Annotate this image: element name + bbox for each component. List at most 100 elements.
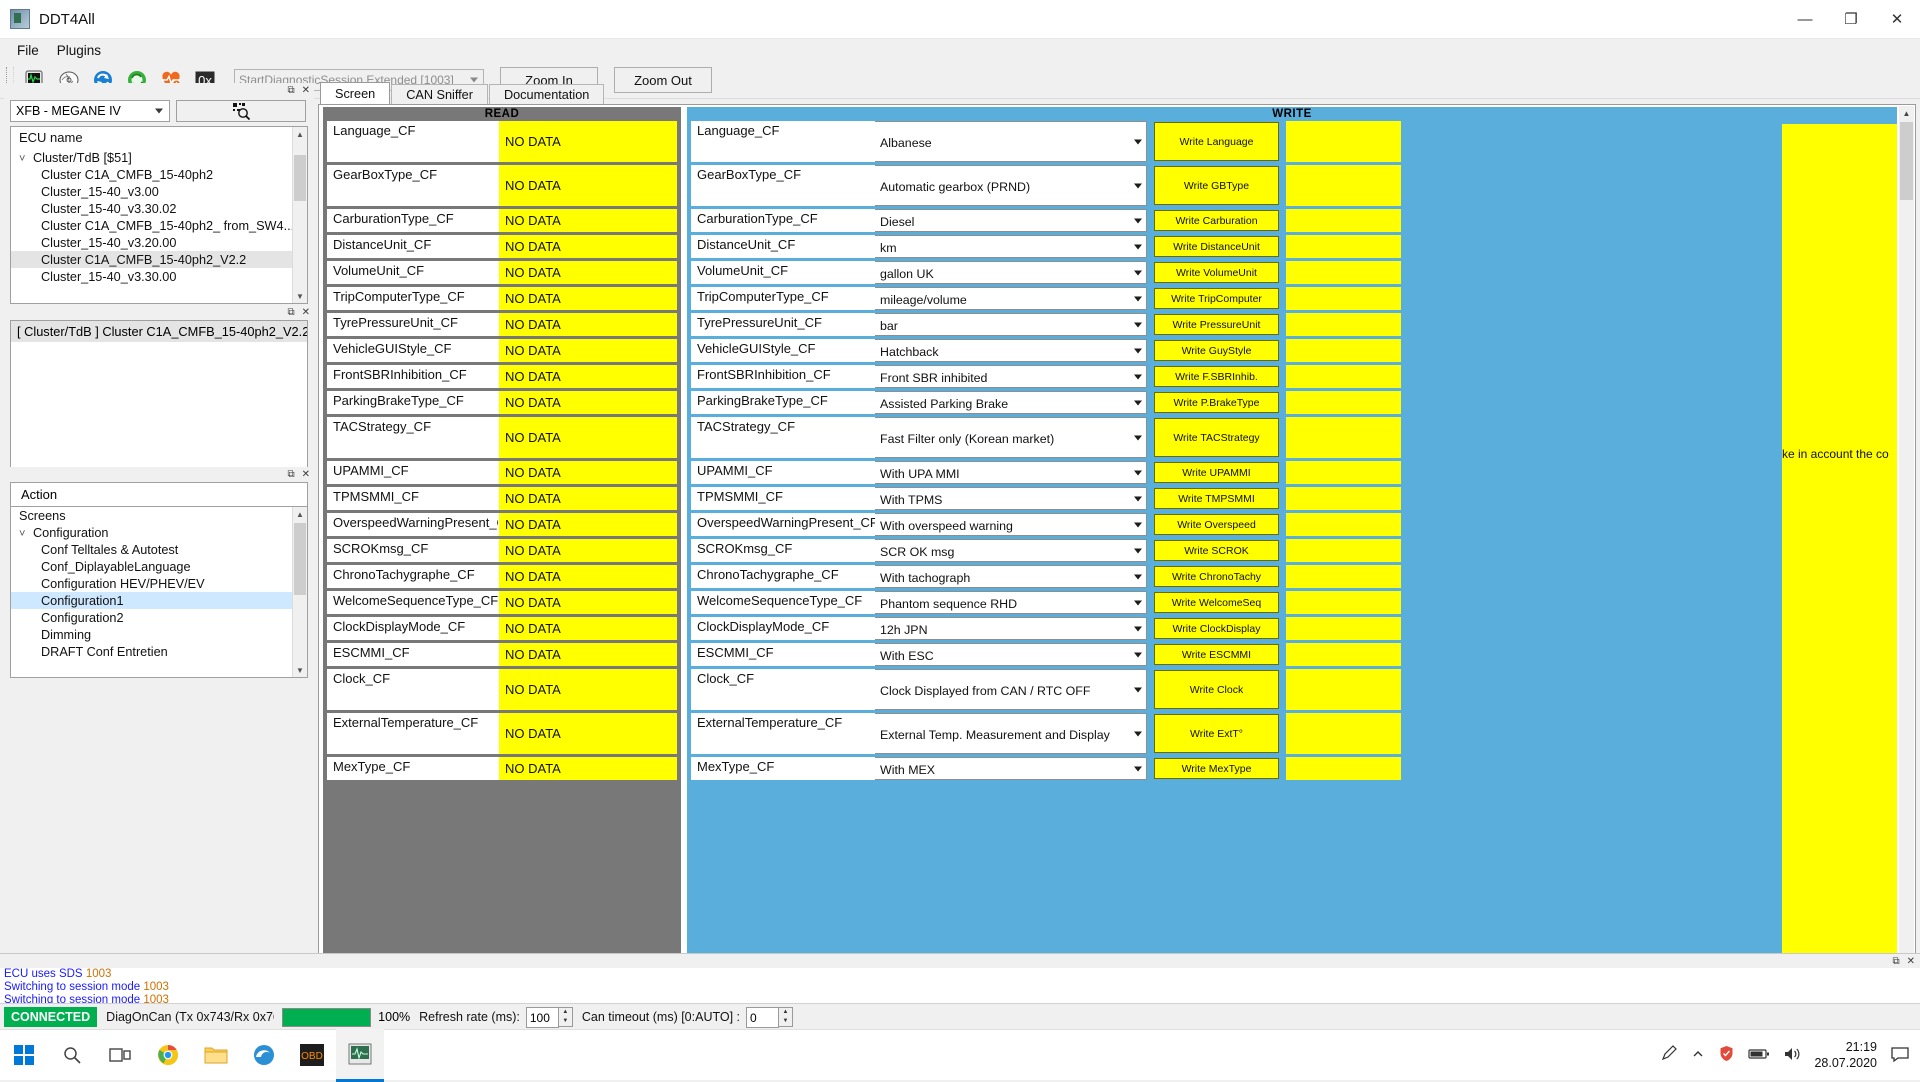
action-list-item[interactable]: Conf_DiplayableLanguage (11, 558, 307, 575)
stepper-down-icon[interactable]: ▼ (779, 1017, 792, 1026)
scrollbar-thumb[interactable] (1900, 122, 1913, 200)
write-button[interactable]: Write TMPSMMI (1154, 488, 1279, 509)
notification-icon[interactable] (1890, 1045, 1910, 1066)
tab-can-sniffer[interactable]: CAN Sniffer (391, 84, 488, 104)
can-timeout-input[interactable]: 0 (746, 1006, 780, 1028)
menu-file[interactable]: File (8, 40, 48, 61)
write-button[interactable]: Write Language (1154, 122, 1279, 161)
float-icon[interactable]: ⧉ (287, 85, 294, 96)
float-icon[interactable]: ⧉ (287, 307, 294, 318)
write-row-select[interactable]: Assisted Parking Brake (875, 391, 1147, 414)
maximize-button[interactable]: ❐ (1828, 0, 1874, 38)
write-button[interactable]: Write ExtT° (1154, 714, 1279, 753)
action-list-item[interactable]: Configuration2 (11, 609, 307, 626)
shield-icon[interactable] (1718, 1045, 1735, 1065)
write-button[interactable]: Write UPAMMI (1154, 462, 1279, 483)
write-row-select[interactable]: With overspeed warning (875, 513, 1147, 536)
scroll-up-icon[interactable]: ▲ (293, 507, 307, 521)
ecu-list[interactable]: ECU name ˅ Cluster/TdB [$51] Cluster C1A_… (10, 126, 308, 304)
stepper-down-icon[interactable]: ▼ (559, 1017, 572, 1026)
ecu-list-item[interactable]: Cluster C1A_CMFB_15-40ph2_ from_SW4... (11, 217, 307, 234)
write-button[interactable]: Write MexType (1154, 758, 1279, 779)
stepper-up-icon[interactable]: ▲ (559, 1008, 572, 1017)
action-list-item-selected[interactable]: Configuration1 (11, 592, 307, 609)
action-list[interactable]: Screens ˅ Configuration Conf Telltales & … (10, 506, 308, 678)
write-row-select[interactable]: gallon UK (875, 261, 1147, 284)
vehicle-combo[interactable]: XFB - MEGANE IV (10, 100, 170, 122)
volume-icon[interactable] (1783, 1046, 1801, 1065)
write-row-select[interactable]: Automatic gearbox (PRND) (875, 165, 1147, 206)
close-icon[interactable]: ✕ (1907, 956, 1915, 967)
write-row-select[interactable]: Front SBR inhibited (875, 365, 1147, 388)
write-button[interactable]: Write P.BrakeType (1154, 392, 1279, 413)
write-row-select[interactable]: Albanese (875, 121, 1147, 162)
write-button[interactable]: Write GBType (1154, 166, 1279, 205)
tab-screen[interactable]: Screen (320, 82, 391, 104)
ecu-list-item[interactable]: Cluster_15-40_v3.30.02 (11, 200, 307, 217)
edge-icon[interactable] (240, 1030, 288, 1080)
chevron-up-icon[interactable] (1691, 1047, 1705, 1064)
float-icon[interactable]: ⧉ (1892, 956, 1899, 967)
scroll-up-icon[interactable]: ▲ (293, 127, 307, 141)
action-list-item[interactable]: Dimming (11, 626, 307, 643)
taskbar-clock[interactable]: 21:19 28.07.2020 (1814, 1039, 1877, 1071)
write-button[interactable]: Write TACStrategy (1154, 418, 1279, 457)
screen-scrollbar[interactable]: ▲ ▼ (1899, 106, 1914, 991)
tab-documentation[interactable]: Documentation (488, 84, 605, 104)
ecu-list-item[interactable]: Cluster C1A_CMFB_15-40ph2 (11, 166, 307, 183)
write-row-select[interactable]: With MEX (875, 757, 1147, 780)
chrome-icon[interactable] (144, 1030, 192, 1080)
ecu-list-item[interactable]: Cluster_15-40_v3.20.00 (11, 234, 307, 251)
write-button[interactable]: Write ChronoTachy (1154, 566, 1279, 587)
close-icon[interactable]: ✕ (302, 307, 310, 318)
start-windows-icon[interactable] (0, 1030, 48, 1080)
ecu-list-item-selected[interactable]: Cluster C1A_CMFB_15-40ph2_V2.2 (11, 251, 307, 268)
stepper-up-icon[interactable]: ▲ (779, 1008, 792, 1017)
write-button[interactable]: Write Clock (1154, 670, 1279, 709)
menu-plugins[interactable]: Plugins (48, 40, 110, 61)
write-button[interactable]: Write F.SBRInhib. (1154, 366, 1279, 387)
ecu-list-item[interactable]: Cluster_15-40_v3.00 (11, 183, 307, 200)
write-button[interactable]: Write ClockDisplay (1154, 618, 1279, 639)
write-row-select[interactable]: 12h JPN (875, 617, 1147, 640)
float-icon[interactable]: ⧉ (287, 469, 294, 480)
refresh-rate-input[interactable]: 100 (525, 1006, 559, 1028)
write-row-select[interactable]: With TPMS (875, 487, 1147, 510)
write-row-select[interactable]: km (875, 235, 1147, 258)
write-row-select[interactable]: With UPA MMI (875, 461, 1147, 484)
write-button[interactable]: Write SCROK (1154, 540, 1279, 561)
write-row-select[interactable]: Diesel (875, 209, 1147, 232)
ecu-list-scrollbar[interactable]: ▲ ▼ (292, 127, 307, 303)
ecu-list-item[interactable]: Cluster_15-40_v3.30.00 (11, 268, 307, 285)
write-button[interactable]: Write Overspeed (1154, 514, 1279, 535)
action-tree-group[interactable]: ˅ Configuration (11, 524, 307, 541)
write-row-select[interactable]: Hatchback (875, 339, 1147, 362)
refresh-rate-stepper[interactable]: ▲ ▼ (558, 1006, 573, 1027)
write-button[interactable]: Write DistanceUnit (1154, 236, 1279, 257)
write-row-select[interactable]: Clock Displayed from CAN / RTC OFF (875, 669, 1147, 710)
battery-icon[interactable] (1748, 1047, 1770, 1064)
action-tree-root[interactable]: Screens (11, 507, 307, 524)
scrollbar-thumb[interactable] (294, 155, 306, 201)
action-list-item[interactable]: DRAFT Conf Entretien (11, 643, 307, 660)
ecu-tree-root[interactable]: ˅ Cluster/TdB [$51] (11, 149, 307, 166)
ddt4all-icon[interactable] (336, 1028, 384, 1082)
search-icon[interactable] (48, 1030, 96, 1080)
close-icon[interactable]: ✕ (302, 85, 310, 96)
write-button[interactable]: Write Carburation (1154, 210, 1279, 231)
write-row-select[interactable]: SCR OK msg (875, 539, 1147, 562)
write-row-select[interactable]: Phantom sequence RHD (875, 591, 1147, 614)
minimize-button[interactable]: — (1782, 0, 1828, 38)
write-row-select[interactable]: bar (875, 313, 1147, 336)
write-button[interactable]: Write GuyStyle (1154, 340, 1279, 361)
ecu-search-button[interactable] (176, 100, 306, 122)
action-list-item[interactable]: Configuration HEV/PHEV/EV (11, 575, 307, 592)
write-row-select[interactable]: Fast Filter only (Korean market) (875, 417, 1147, 458)
write-button[interactable]: Write TripComputer (1154, 288, 1279, 309)
close-button[interactable]: ✕ (1874, 0, 1920, 38)
close-icon[interactable]: ✕ (302, 469, 310, 480)
scroll-down-icon[interactable]: ▼ (293, 663, 307, 677)
write-row-select[interactable]: External Temp. Measurement and Display (875, 713, 1147, 754)
selection-list[interactable]: [ Cluster/TdB ] Cluster C1A_CMFB_15-40ph… (10, 320, 308, 474)
file-explorer-icon[interactable] (192, 1030, 240, 1080)
